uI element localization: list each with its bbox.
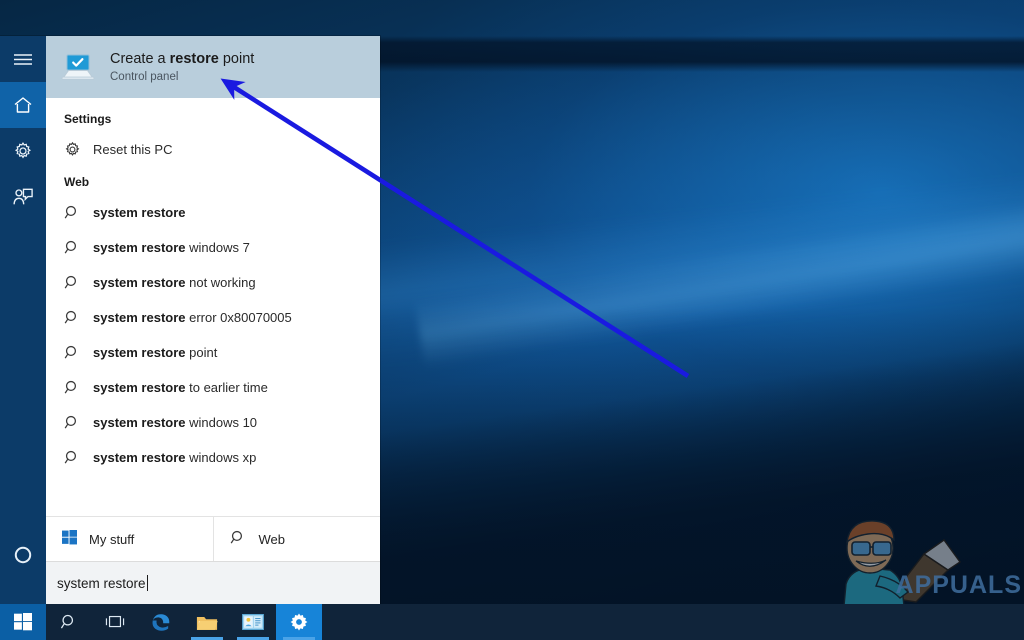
best-match-title: Create a restore point [110, 50, 255, 67]
windows-start-icon [14, 613, 32, 631]
search-input[interactable]: system restore [46, 561, 380, 604]
results-list: Settings Reset this PC Web system restor… [46, 98, 380, 516]
windows-logo-icon [62, 530, 77, 548]
hamburger-menu-button[interactable] [0, 36, 46, 82]
list-item-label: system restore [93, 205, 186, 220]
sidebar-item-settings[interactable] [0, 128, 46, 174]
search-icon [64, 414, 81, 431]
list-item[interactable]: system restore not working [46, 265, 380, 300]
gear-icon [290, 613, 308, 631]
search-panel-rail [0, 36, 46, 604]
list-item[interactable]: system restore error 0x80070005 [46, 300, 380, 335]
search-panel: Create a restore point Control panel Set… [0, 36, 380, 604]
list-item-label: system restore error 0x80070005 [93, 310, 292, 325]
tab-my-stuff[interactable]: My stuff [46, 517, 213, 561]
cortana-button[interactable] [0, 532, 46, 578]
best-match-result[interactable]: Create a restore point Control panel [46, 36, 380, 98]
search-icon [64, 274, 81, 291]
list-item[interactable]: system restore [46, 195, 380, 230]
list-item-label: system restore to earlier time [93, 380, 268, 395]
screen: APPUALS TECH HOW-TO'S FROM www.appuals.c… [0, 0, 1024, 640]
list-item[interactable]: system restore windows xp [46, 440, 380, 475]
search-icon [64, 239, 81, 256]
search-icon [230, 529, 247, 549]
sidebar-item-home[interactable] [0, 82, 46, 128]
list-item[interactable]: system restore windows 10 [46, 405, 380, 440]
list-item[interactable]: system restore point [46, 335, 380, 370]
taskbar-task-view-button[interactable] [92, 604, 138, 640]
list-item[interactable]: Reset this PC [46, 132, 380, 167]
list-item-label: system restore not working [93, 275, 256, 290]
sidebar-item-feedback[interactable] [0, 174, 46, 220]
result-scope-tabs: My stuff Web [46, 516, 380, 561]
tab-web-label: Web [258, 531, 286, 547]
group-header-settings: Settings [64, 112, 112, 126]
taskbar [0, 604, 1024, 640]
search-input-value: system restore [57, 576, 146, 591]
edge-icon [152, 614, 170, 631]
best-match-subtitle: Control panel [110, 70, 179, 83]
search-icon [64, 379, 81, 396]
store-contacts-icon [242, 614, 264, 630]
home-icon [14, 97, 32, 113]
list-item-label: system restore windows xp [93, 450, 257, 465]
list-item-label: system restore windows 7 [93, 240, 250, 255]
list-item[interactable]: system restore to earlier time [46, 370, 380, 405]
tab-web[interactable]: Web [212, 517, 381, 561]
taskbar-file-explorer-button[interactable] [184, 604, 230, 640]
cortana-circle-icon [14, 546, 32, 564]
search-icon [64, 309, 81, 326]
list-item-label: system restore point [93, 345, 218, 360]
file-explorer-icon [196, 616, 218, 630]
feedback-person-icon [13, 188, 33, 205]
search-icon [60, 614, 74, 629]
search-icon [64, 449, 81, 466]
restore-point-laptop-icon [60, 52, 96, 82]
list-item-label: system restore windows 10 [93, 415, 258, 430]
hamburger-icon [14, 54, 32, 65]
gear-icon [14, 142, 32, 159]
search-icon [64, 344, 81, 361]
tab-my-stuff-label: My stuff [89, 531, 135, 547]
taskbar-store-button[interactable] [230, 604, 276, 640]
list-item[interactable]: system restore windows 7 [46, 230, 380, 265]
group-header-web: Web [64, 175, 90, 189]
taskbar-search-button[interactable] [46, 604, 92, 640]
search-results-column: Create a restore point Control panel Set… [46, 36, 380, 604]
taskbar-edge-button[interactable] [138, 604, 184, 640]
gear-icon [64, 141, 81, 158]
text-caret [146, 575, 148, 591]
search-icon [64, 204, 81, 221]
best-match-text: Create a restore point Control panel [110, 50, 254, 85]
taskbar-settings-button[interactable] [276, 604, 322, 640]
list-item-label: Reset this PC [93, 142, 173, 157]
start-button[interactable] [0, 604, 46, 640]
task-view-icon [105, 615, 125, 628]
